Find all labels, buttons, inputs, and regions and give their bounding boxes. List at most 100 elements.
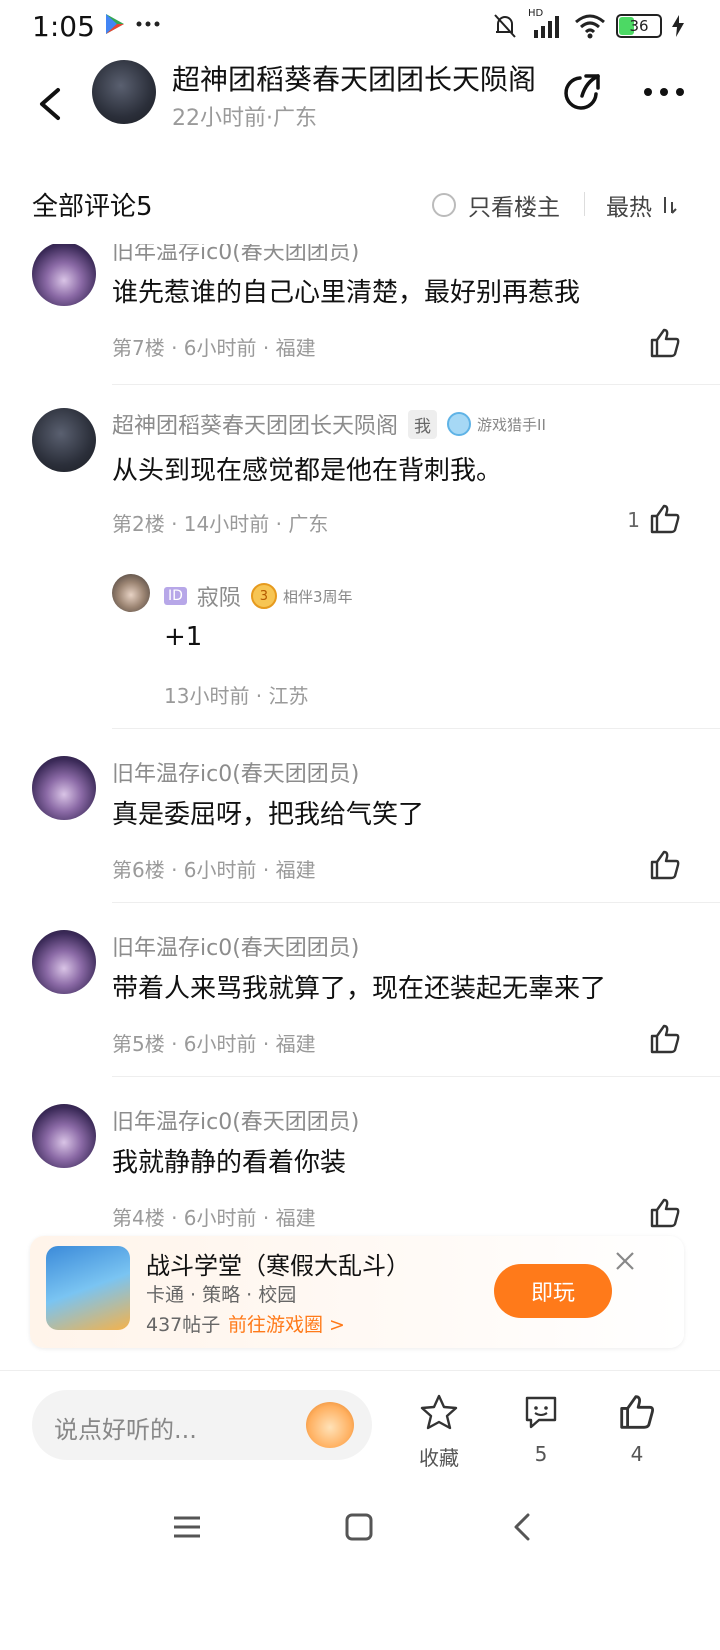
reply-text[interactable]: +1 xyxy=(164,622,202,652)
post-time-location: 22小时前·广东 xyxy=(172,106,317,131)
comment-meta: 第6楼 · 6小时前 · 福建 xyxy=(112,858,316,882)
post-header: 超神团稻葵春天团团长天陨阁 22小时前·广东 xyxy=(0,54,720,184)
comment-author[interactable]: 旧年温存ic0(春天团团员) xyxy=(112,756,359,788)
like-icon[interactable] xyxy=(648,848,682,882)
avatar[interactable] xyxy=(32,756,96,820)
collect-label: 收藏 xyxy=(419,1446,459,1470)
game-promo-card[interactable]: 战斗学堂（寒假大乱斗） 卡通 · 策略 · 校园 437帖子 前往游戏圈 > 即… xyxy=(30,1236,684,1348)
anniversary-badge-icon: 3 xyxy=(250,583,277,609)
comment-text[interactable]: 带着人来骂我就算了，现在还装起无辜来了 xyxy=(112,968,606,1005)
like-icon[interactable] xyxy=(648,502,682,536)
avatar[interactable] xyxy=(32,930,96,994)
wifi-icon xyxy=(575,14,605,39)
system-nav-bar xyxy=(0,1490,720,1570)
comment-item: 旧年温存ic0(春天团团员) 谁先惹谁的自己心里清楚，最好别再惹我 第7楼 · … xyxy=(0,244,720,386)
comment-divider xyxy=(112,902,720,903)
comment-author[interactable]: 旧年温存ic0(春天团团员) xyxy=(112,1104,359,1136)
user-badge: 3 相伴3周年 xyxy=(250,583,352,609)
like-icon[interactable] xyxy=(648,1022,682,1056)
filter-divider xyxy=(584,192,585,216)
all-comments-label: 全部评论5 xyxy=(32,192,153,222)
comment-meta: 第4楼 · 6小时前 · 福建 xyxy=(112,1206,316,1230)
like-count: 1 xyxy=(627,508,640,532)
author-name[interactable]: 超神团稻葵春天团团长天陨阁 xyxy=(172,58,536,98)
reply-meta: 13小时前 · 江苏 xyxy=(164,684,309,708)
mute-bell-icon xyxy=(494,14,516,38)
comment-input[interactable]: 说点好听的... xyxy=(32,1390,372,1460)
home-icon[interactable] xyxy=(344,1512,374,1542)
sort-icon xyxy=(664,197,677,214)
me-tag: 我 xyxy=(408,409,438,439)
comment-text[interactable]: 从头到现在感觉都是他在背刺我。 xyxy=(112,450,502,487)
status-right-icons: HD 36 xyxy=(492,8,684,40)
comment-author[interactable]: 旧年温存ic0(春天团团员) xyxy=(112,244,359,266)
battery-level: 36 xyxy=(629,17,649,35)
comment-button[interactable]: 5 xyxy=(506,1392,576,1466)
play-now-button[interactable]: 即玩 xyxy=(494,1264,612,1318)
comment-item: 超神团稻葵春天团团长天陨阁 我 游戏猎手II 从头到现在感觉都是他在背刺我。 第… xyxy=(0,402,720,732)
like-icon xyxy=(620,1395,654,1429)
avatar[interactable] xyxy=(32,244,96,306)
status-left-icons xyxy=(104,12,160,36)
game-icon[interactable] xyxy=(46,1246,130,1330)
battery-icon: 36 xyxy=(616,14,662,38)
avatar[interactable] xyxy=(112,574,150,612)
like-icon[interactable] xyxy=(648,326,682,360)
game-title[interactable]: 战斗学堂（寒假大乱斗） xyxy=(146,1246,410,1281)
id-tag: ID xyxy=(164,587,187,605)
radio-icon[interactable] xyxy=(432,193,456,217)
comment-author[interactable]: 超神团稻葵春天团团长天陨阁 我 游戏猎手II xyxy=(112,408,546,440)
comment-divider xyxy=(112,1076,720,1077)
goto-game-circle-link[interactable]: 前往游戏圈 > xyxy=(228,1310,345,1337)
collect-button[interactable]: 收藏 xyxy=(404,1392,474,1471)
author-avatar[interactable] xyxy=(92,60,156,124)
like-count: 4 xyxy=(630,1442,644,1466)
comment-divider xyxy=(112,384,720,385)
comment-text[interactable]: 我就静静的看着你装 xyxy=(112,1142,346,1179)
signal-icon: HD xyxy=(528,8,564,40)
comment-text[interactable]: 谁先惹谁的自己心里清楚，最好别再惹我 xyxy=(112,272,580,309)
charging-icon xyxy=(672,15,684,37)
user-badge: 游戏猎手II xyxy=(447,412,546,436)
share-icon[interactable] xyxy=(560,70,604,114)
reply-author[interactable]: ID 寂陨 3 相伴3周年 xyxy=(164,580,352,612)
bottom-divider xyxy=(0,1370,720,1371)
comment-item: 旧年温存ic0(春天团团员) 带着人来骂我就算了，现在还装起无辜来了 第5楼 ·… xyxy=(0,924,720,1074)
only-op-label: 只看楼主 xyxy=(468,195,560,221)
status-bar: 1:05 HD 36 xyxy=(0,0,720,54)
comment-count: 5 xyxy=(534,1442,548,1466)
like-icon[interactable] xyxy=(648,1196,682,1230)
comment-list: 旧年温存ic0(春天团团员) 谁先惹谁的自己心里清楚，最好别再惹我 第7楼 · … xyxy=(0,244,720,1284)
back-button[interactable] xyxy=(30,74,70,134)
reply-item: ID 寂陨 3 相伴3周年 +1 13小时前 · 江苏 xyxy=(112,574,682,714)
comment-divider xyxy=(112,728,720,729)
mascot-emoji-icon[interactable] xyxy=(306,1402,354,1448)
comment-meta: 第5楼 · 6小时前 · 福建 xyxy=(112,1032,316,1056)
play-store-icon xyxy=(106,14,124,34)
avatar[interactable] xyxy=(32,408,96,472)
more-options-icon[interactable] xyxy=(642,84,686,100)
avatar[interactable] xyxy=(32,1104,96,1168)
comment-item: 旧年温存ic0(春天团团员) 真是委屈呀，把我给气笑了 第6楼 · 6小时前 ·… xyxy=(0,750,720,900)
comment-input-placeholder: 说点好听的... xyxy=(54,1416,197,1444)
comment-text[interactable]: 真是委屈呀，把我给气笑了 xyxy=(112,794,424,831)
comment-filter-bar: 全部评论5 只看楼主 最热 xyxy=(0,180,720,240)
star-icon xyxy=(420,1394,458,1430)
sort-label: 最热 xyxy=(606,195,652,221)
comment-meta: 第2楼 · 14小时前 · 广东 xyxy=(112,512,329,536)
comment-icon xyxy=(525,1396,557,1429)
game-post-count: 437帖子 xyxy=(146,1314,221,1336)
sort-selector[interactable]: 最热 xyxy=(606,188,678,222)
more-dots-icon xyxy=(136,21,160,27)
close-icon[interactable] xyxy=(614,1250,636,1272)
back-nav-icon[interactable] xyxy=(508,1512,538,1542)
only-op-toggle[interactable]: 只看楼主 xyxy=(432,188,560,222)
menu-icon[interactable] xyxy=(172,1512,202,1542)
network-type: HD xyxy=(528,8,544,19)
comment-author[interactable]: 旧年温存ic0(春天团团员) xyxy=(112,930,359,962)
like-button[interactable]: 4 xyxy=(602,1392,672,1466)
game-tags: 卡通 · 策略 · 校园 xyxy=(146,1284,297,1306)
badge-icon xyxy=(447,412,472,436)
comment-meta: 第7楼 · 6小时前 · 福建 xyxy=(112,336,316,360)
comment-item: 旧年温存ic0(春天团团员) 我就静静的看着你装 第4楼 · 6小时前 · 福建 xyxy=(0,1098,720,1248)
